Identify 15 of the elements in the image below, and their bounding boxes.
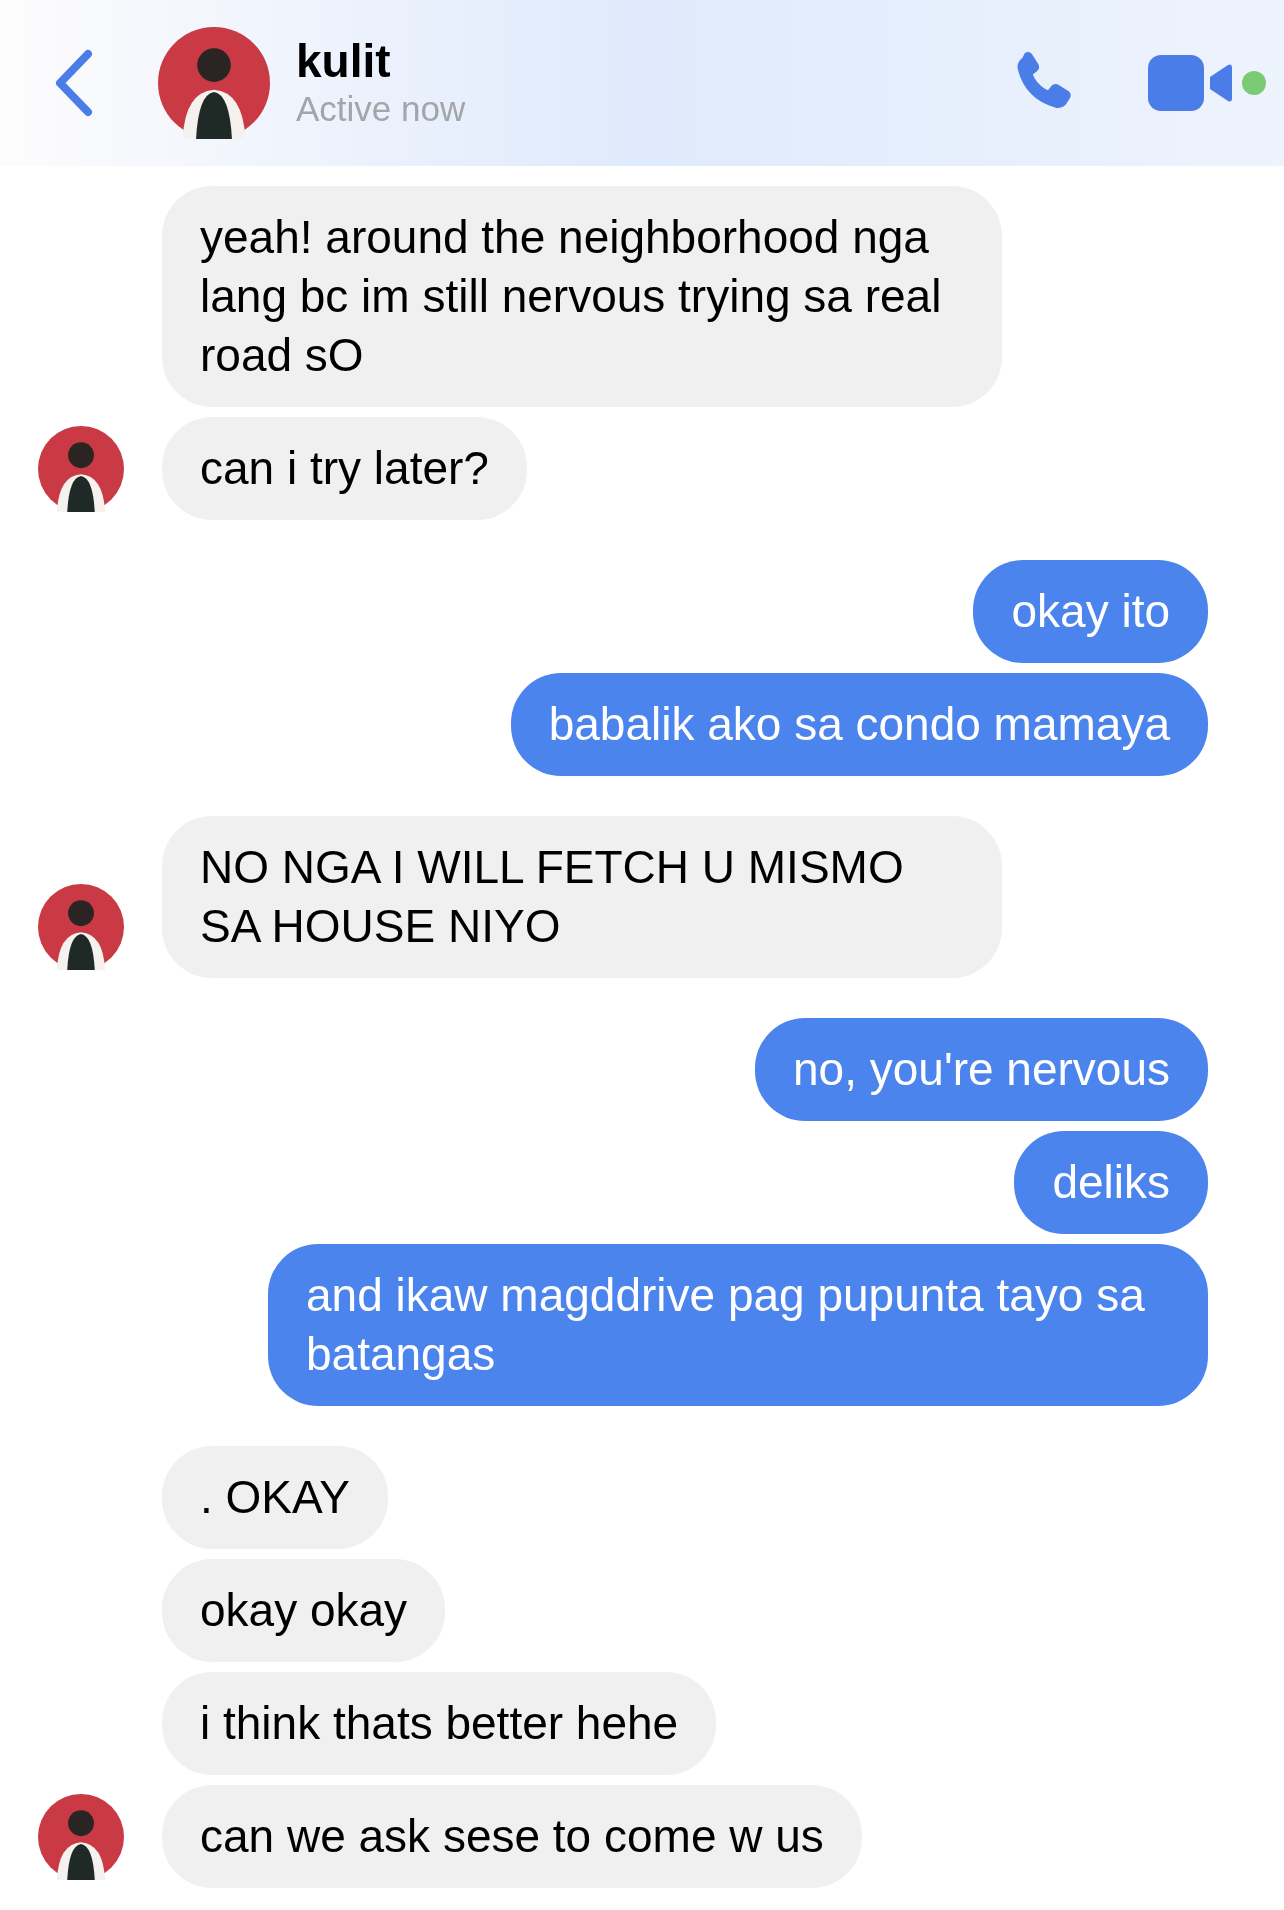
message-bubble: can i try later? <box>162 417 527 520</box>
message-bubble: babalik ako sa condo mamaya <box>510 673 1208 776</box>
message-bubble: can we ask sese to come w us <box>162 1785 862 1888</box>
status-text: Active now <box>296 88 466 130</box>
message-bubble: okay ito <box>973 560 1208 663</box>
message-bubble: NO NGA I WILL FETCH U MISMO SA HOUSE NIYO <box>162 816 1002 978</box>
message-bubble: i think thats better hehe <box>162 1672 717 1775</box>
message-bubble: no, you're nervous <box>755 1018 1208 1121</box>
message-bubble: okay okay <box>162 1559 446 1662</box>
video-call-icon[interactable] <box>1148 55 1234 111</box>
message-bubble: and ikaw magddrive pag pupunta tayo sa batangas <box>268 1244 1208 1406</box>
message-bubble: deliks <box>1014 1131 1208 1234</box>
message-bubble: . OKAY <box>162 1446 388 1549</box>
contact-name: kulit <box>296 35 392 87</box>
message-bubble: yeah! around the neighborhood nga lang bc im still nervous trying sa real road sO <box>162 186 1002 407</box>
